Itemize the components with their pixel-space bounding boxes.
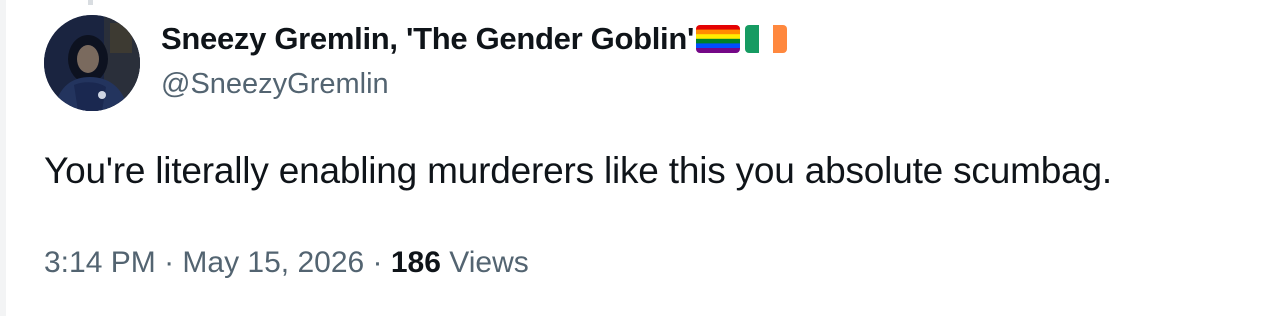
avatar-image	[44, 15, 140, 111]
display-name[interactable]: Sneezy Gremlin, 'The Gender Goblin'	[161, 21, 694, 57]
meta-separator: ·	[364, 246, 391, 279]
tweet-meta: 3:14 PM · May 15, 2026 · 186 Views	[44, 246, 529, 280]
views-count[interactable]: 186	[391, 246, 441, 279]
user-handle[interactable]: @SneezyGremlin	[161, 68, 389, 101]
rainbow-flag-icon	[696, 25, 741, 53]
views-label: Views	[449, 246, 529, 279]
thread-line	[88, 0, 93, 5]
tweet-time[interactable]: 3:14 PM	[44, 246, 156, 279]
timeline-border	[0, 0, 6, 316]
display-name-row[interactable]: Sneezy Gremlin, 'The Gender Goblin'	[161, 18, 788, 60]
tweet-card: Sneezy Gremlin, 'The Gender Goblin' @Sne…	[0, 0, 1280, 316]
meta-separator: ·	[155, 246, 183, 279]
tweet-date[interactable]: May 15, 2026	[182, 246, 364, 279]
ireland-flag-icon	[745, 25, 788, 53]
avatar[interactable]	[44, 15, 140, 111]
tweet-text: You're literally enabling murderers like…	[44, 150, 1112, 191]
